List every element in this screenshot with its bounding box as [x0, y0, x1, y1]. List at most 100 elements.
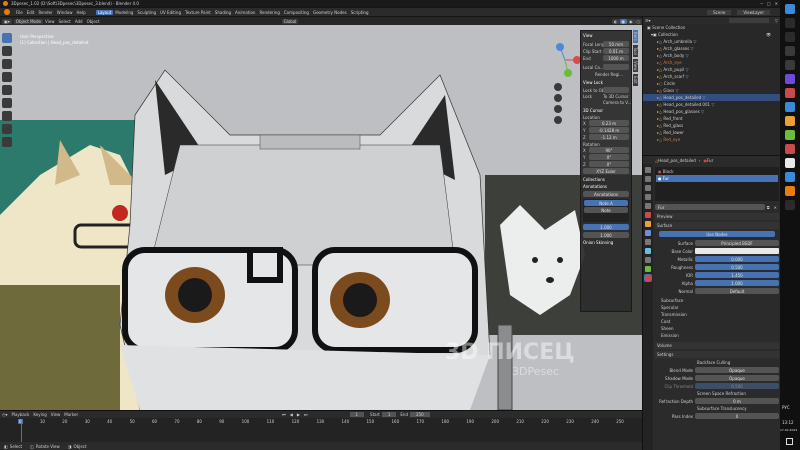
view-lock-header[interactable]: View Lock — [583, 80, 629, 85]
taskbar-app-8-icon[interactable] — [785, 116, 795, 126]
preview-section-header[interactable]: Preview — [655, 213, 779, 220]
frame-start-field[interactable]: 1 — [381, 412, 397, 417]
cursor-tool-icon[interactable] — [2, 46, 12, 56]
constraints-tab-icon[interactable] — [645, 257, 651, 263]
rotate-tool-icon[interactable] — [2, 72, 12, 82]
outliner-row-arch-glasses[interactable]: ▸△ Arch_glasses ▽ — [643, 45, 780, 52]
outliner-row-head-pos-detailed-001[interactable]: ▸△ Head_pos_detailed.001 ▽ — [643, 101, 780, 108]
base-color-swatch[interactable] — [695, 248, 779, 254]
current-frame-field[interactable]: 1 — [349, 412, 365, 417]
collections-section-header[interactable]: Collections — [583, 177, 629, 182]
zoom-icon[interactable] — [554, 83, 562, 91]
menu-render[interactable]: Render — [36, 10, 54, 15]
timeline-editor[interactable]: ◷▾ Playback Keying View Marker ⏮ ◀ ▶ ⏭ 1… — [0, 410, 642, 443]
move-tool-icon[interactable] — [2, 59, 12, 69]
material-slot-fur[interactable]: ● Fur — [656, 175, 778, 182]
tab-modeling[interactable]: Modeling — [113, 10, 135, 15]
sidebar-tab-view[interactable]: View — [633, 58, 638, 73]
tray-date[interactable]: 17.02.2024 — [780, 428, 797, 432]
annotations-section-header[interactable]: Annotations — [583, 184, 629, 189]
frame-end-field[interactable]: 250 — [409, 412, 430, 417]
alpha-slider[interactable]: 1.000 — [695, 280, 779, 286]
tab-shading[interactable]: Shading — [213, 10, 233, 15]
onion-skinning-header[interactable]: Onion Skinning — [583, 240, 629, 245]
outliner-row-red-eye[interactable]: ▸△ Red_eye — [643, 136, 780, 143]
scene-tab-icon[interactable] — [645, 203, 651, 209]
scale-tool-icon[interactable] — [2, 85, 12, 95]
outliner-row-arch-scarf[interactable]: ▸△ Arch_scarf ▽ — [643, 73, 780, 80]
taskbar-app-6-icon[interactable] — [785, 88, 795, 98]
ior-field[interactable]: 1.450 — [695, 272, 779, 278]
scene-collection-row[interactable]: ▣ Scene Collection — [643, 24, 780, 31]
outliner-row-head-pos-glasses[interactable]: ▸△ Head_pos_glasses ▽ — [643, 108, 780, 115]
object-tab-icon[interactable] — [645, 221, 651, 227]
menu-file[interactable]: File — [14, 10, 25, 15]
menu-select[interactable]: Select — [57, 19, 73, 24]
taskbar-app-4-icon[interactable] — [785, 60, 795, 70]
copy-material-icon[interactable]: ⧉ — [765, 205, 772, 210]
shading-material-icon[interactable]: ◉ — [627, 18, 635, 24]
play-icon[interactable]: ▶ — [295, 412, 302, 417]
rotation-mode-select[interactable]: XYZ Euler — [583, 168, 629, 174]
viewport-3d[interactable]: User Perspective (1) Collection | Head_p… — [0, 25, 642, 410]
material-slot-black[interactable]: ● Black — [656, 168, 778, 175]
annotation-layer-note[interactable]: Note — [584, 207, 628, 213]
cursor-loc-z-field[interactable]: -1.12 m — [589, 134, 629, 140]
tray-time[interactable]: 13:12 — [782, 420, 794, 425]
maximize-button[interactable]: □ — [765, 1, 773, 6]
annotation-opacity-field[interactable]: 1.000 — [583, 224, 629, 230]
blender-menu-icon[interactable] — [4, 9, 10, 15]
taskbar-app-10-icon[interactable] — [785, 144, 795, 154]
specular-subsection[interactable]: Specular — [655, 304, 779, 311]
overlay-toggle-icon[interactable]: ◐ — [612, 18, 620, 24]
filter-icon[interactable]: ▽ — [773, 18, 780, 23]
menu-object[interactable]: Object — [85, 19, 102, 24]
settings-section-header[interactable]: Settings — [655, 351, 779, 358]
output-tab-icon[interactable] — [645, 185, 651, 191]
close-button[interactable]: ✕ — [773, 1, 780, 6]
physics-tab-icon[interactable] — [645, 248, 651, 254]
local-camera-field[interactable] — [603, 64, 629, 70]
add-cube-tool-icon[interactable] — [2, 137, 12, 147]
tool-tab-icon[interactable] — [645, 167, 651, 173]
pan-icon[interactable] — [554, 94, 562, 102]
backface-culling-checkbox[interactable]: Backface Culling — [655, 360, 779, 365]
taskbar-app-2-icon[interactable] — [785, 32, 795, 42]
annotations-datablock[interactable]: Annotations — [583, 191, 629, 197]
cursor-rot-x-field[interactable]: 90° — [589, 147, 629, 153]
subsurface-translucency-checkbox[interactable]: Subsurface Translucency — [655, 406, 779, 411]
jump-start-icon[interactable]: ⏮ — [280, 412, 288, 417]
editor-type-button[interactable]: ▣▾ — [2, 18, 12, 24]
sheen-subsection[interactable]: Sheen — [655, 325, 779, 332]
blend-mode-select[interactable]: Opaque — [695, 367, 779, 373]
volume-section-header[interactable]: Volume — [655, 342, 779, 349]
pass-index-field[interactable]: 0 — [695, 413, 779, 419]
minimize-button[interactable]: ─ — [758, 1, 764, 6]
lock-to-object-field[interactable] — [603, 87, 629, 93]
outliner-row-arch-body[interactable]: ▸△ Arch_body ▽ — [643, 52, 780, 59]
tab-geometry-nodes[interactable]: Geometry Nodes — [311, 10, 349, 15]
surface-section-header[interactable]: Surface — [655, 222, 779, 229]
taskbar-app-5-icon[interactable] — [785, 74, 795, 84]
language-indicator[interactable]: РУС — [782, 405, 790, 410]
cursor-loc-x-field[interactable]: 0.23 m — [589, 120, 629, 126]
taskbar-app-7-icon[interactable] — [785, 102, 795, 112]
outliner-row-head-pos-detailed[interactable]: ▸△ Head_pos_detailed ▽ — [643, 94, 780, 101]
transmission-subsection[interactable]: Transmission — [655, 311, 779, 318]
menu-help[interactable]: Help — [74, 10, 87, 15]
clip-start-field[interactable]: 0.01 m — [603, 48, 629, 54]
unlink-material-icon[interactable]: ✕ — [772, 205, 779, 210]
clip-end-field[interactable]: 1000 m — [603, 55, 629, 61]
eye-icon[interactable]: 👁 — [766, 31, 776, 38]
tab-sculpting[interactable]: Sculpting — [135, 10, 158, 15]
taskbar-app-9-icon[interactable] — [785, 130, 795, 140]
annotation-layer-note-a[interactable]: Note A — [584, 200, 628, 206]
coat-subsection[interactable]: Coat — [655, 318, 779, 325]
play-reverse-icon[interactable]: ◀ — [288, 412, 295, 417]
sidebar-tab-tool[interactable]: Tool — [633, 45, 638, 57]
menu-add[interactable]: Add — [73, 19, 85, 24]
view-section-header[interactable]: View — [583, 33, 629, 38]
cursor-section-header[interactable]: 3D Cursor — [583, 108, 629, 113]
perspective-toggle-icon[interactable] — [554, 116, 562, 124]
use-nodes-button[interactable]: Use Nodes — [659, 231, 775, 237]
